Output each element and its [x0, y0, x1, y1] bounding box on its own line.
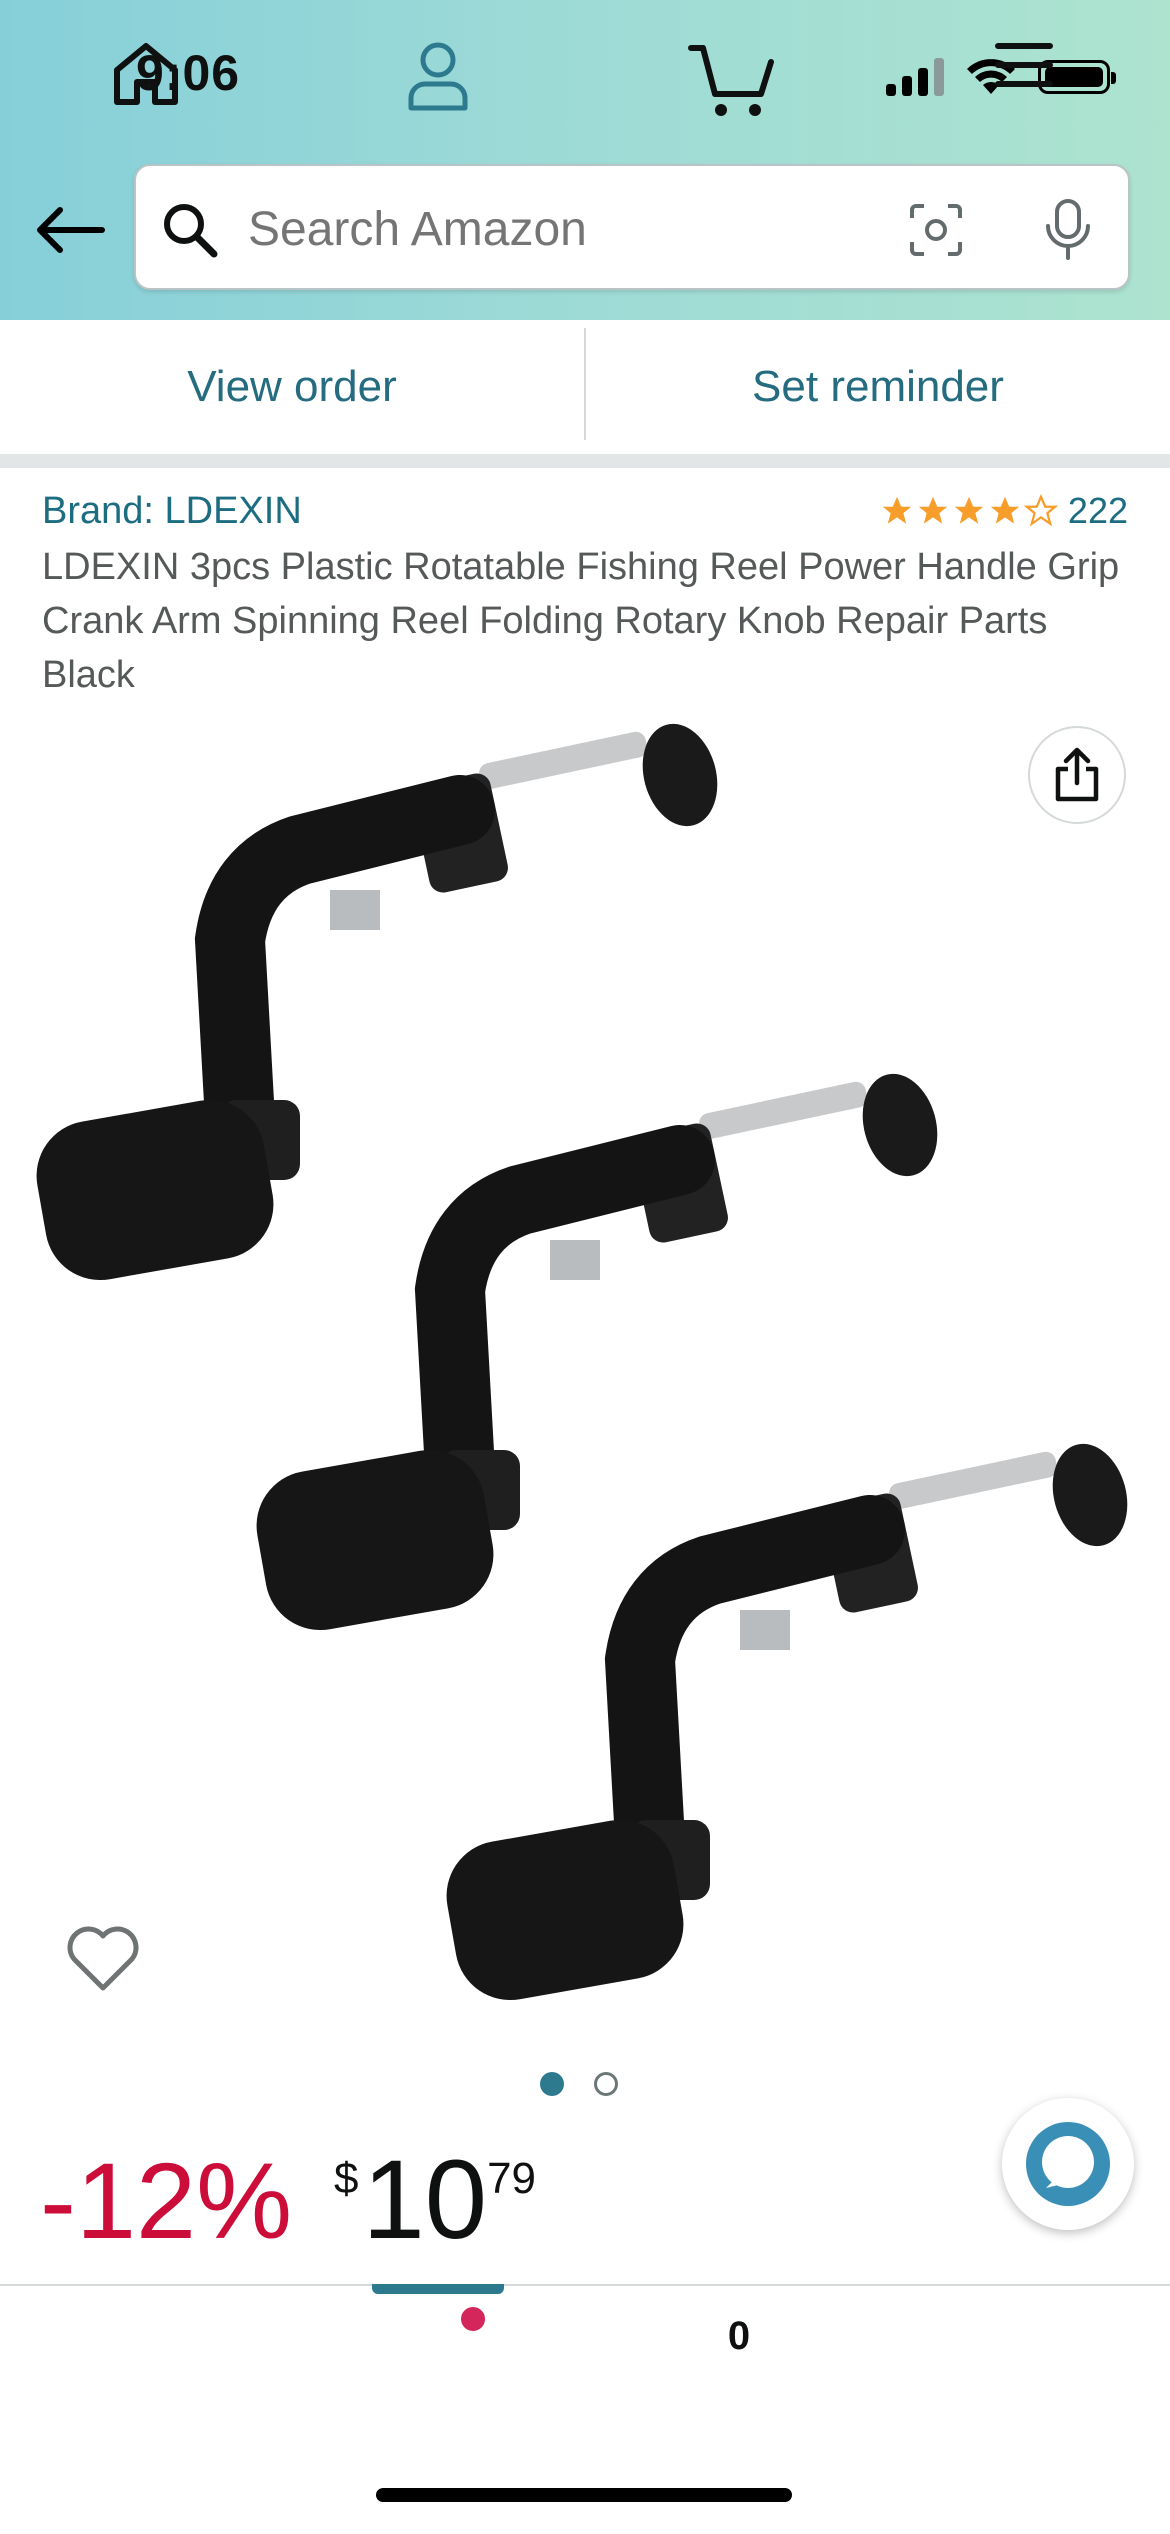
share-icon — [1055, 747, 1099, 802]
nav-account[interactable] — [378, 40, 498, 140]
home-icon — [114, 43, 178, 105]
order-actions-bar: View order Set reminder — [0, 320, 1170, 468]
rating[interactable]: 222 — [880, 490, 1128, 532]
price-symbol: $ — [334, 2154, 359, 2203]
crank-handle-image — [446, 1443, 1128, 2001]
active-tab-indicator — [372, 2284, 504, 2294]
microphone-icon[interactable] — [1042, 198, 1094, 262]
search-bar[interactable] — [134, 164, 1130, 290]
pager-dot-active[interactable] — [540, 2072, 564, 2096]
price-whole: 10 — [362, 2137, 488, 2262]
price-fraction: 79 — [487, 2154, 537, 2203]
account-icon — [408, 42, 468, 111]
cart-icon — [688, 45, 774, 116]
set-reminder-link[interactable]: Set reminder — [586, 320, 1170, 454]
alexa-icon — [1026, 2122, 1110, 2206]
heart-icon[interactable] — [66, 1926, 140, 1992]
pager-dot[interactable] — [594, 2072, 618, 2096]
image-pager[interactable] — [540, 2072, 618, 2096]
camera-scan-icon[interactable] — [908, 202, 964, 258]
cart-count: 0 — [727, 2314, 751, 2358]
nav-home[interactable] — [86, 40, 206, 140]
star-rating-icon — [880, 494, 1058, 528]
rating-count[interactable]: 222 — [1068, 490, 1128, 532]
home-indicator[interactable] — [376, 2488, 792, 2502]
share-button[interactable] — [1028, 726, 1126, 824]
back-arrow-icon[interactable] — [30, 200, 110, 260]
signal-icon — [886, 58, 944, 96]
search-icon — [164, 204, 218, 258]
product-title: LDEXIN 3pcs Plastic Rotatable Fishing Re… — [42, 546, 1120, 696]
nav-cart[interactable] — [672, 40, 792, 140]
alexa-button[interactable] — [1002, 2098, 1134, 2230]
hamburger-menu-icon — [995, 43, 1053, 87]
search-input[interactable] — [246, 186, 970, 272]
nav-menu[interactable] — [964, 40, 1084, 140]
product-image[interactable] — [20, 700, 1150, 2020]
view-order-link[interactable]: View order — [0, 320, 584, 454]
price: $ 10 79 — [334, 2140, 536, 2260]
notification-badge — [458, 2304, 488, 2334]
brand-link[interactable]: Brand: LDEXIN — [42, 490, 302, 533]
discount-percentage: -12% — [40, 2140, 293, 2261]
